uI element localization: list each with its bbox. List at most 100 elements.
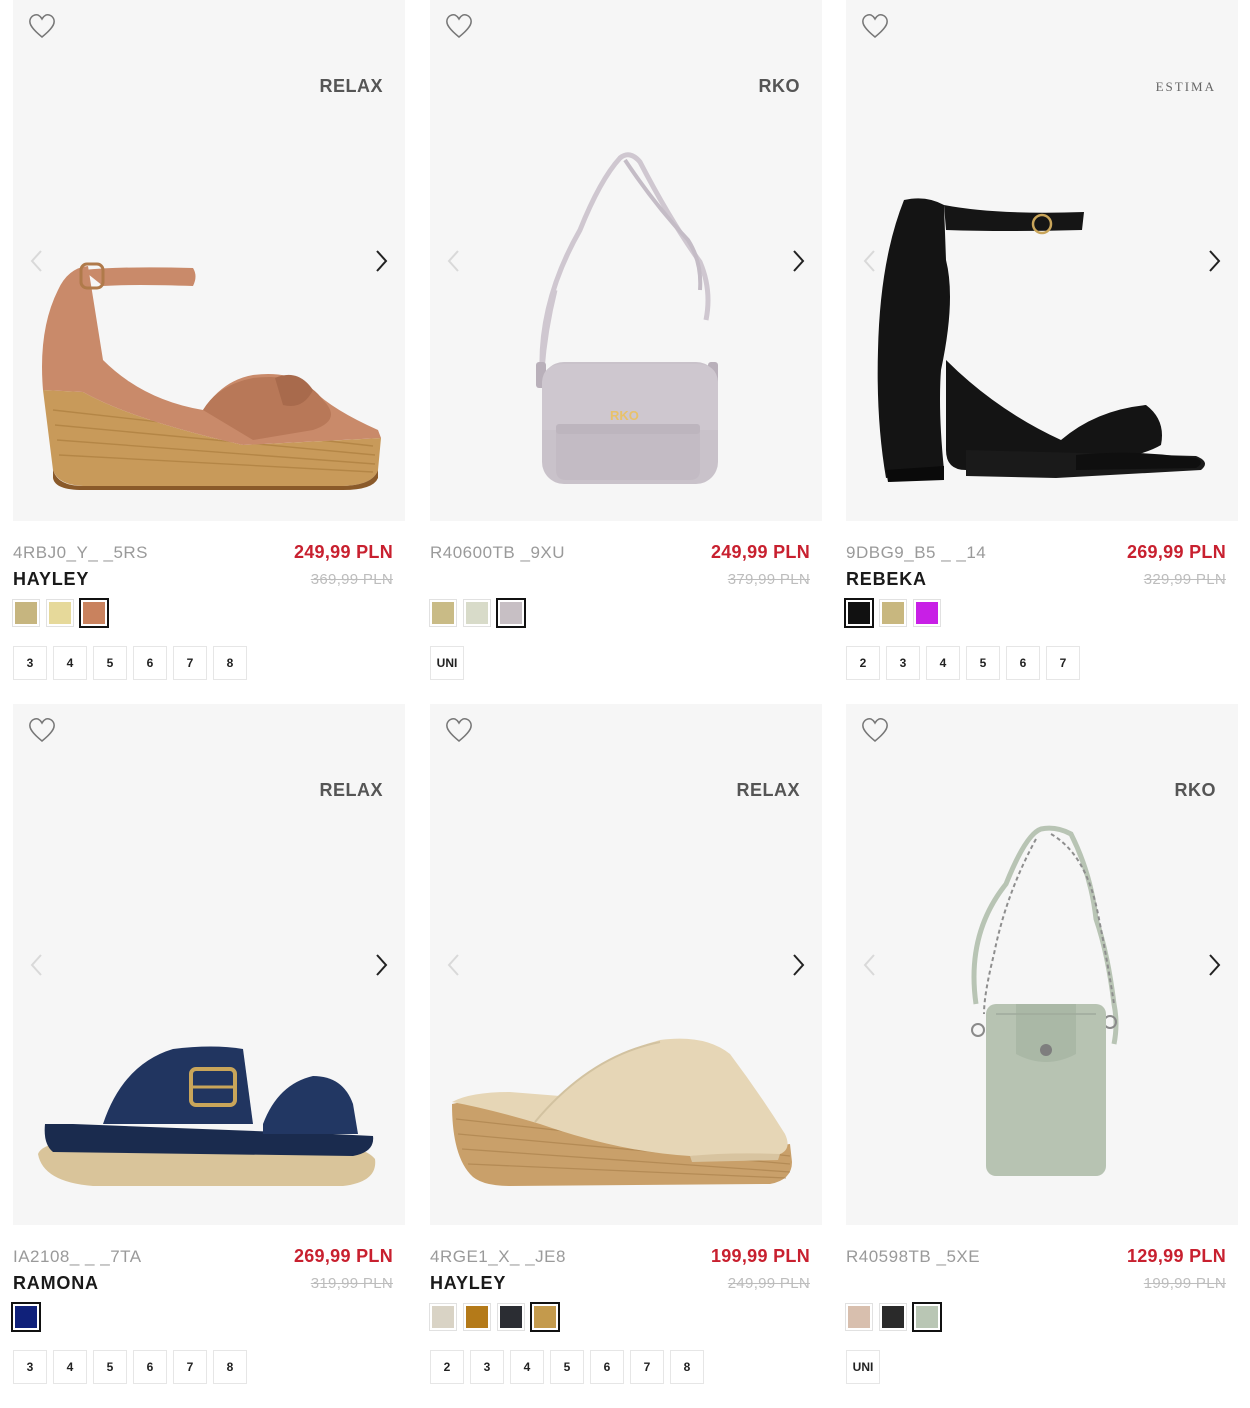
color-swatch[interactable] [497, 1303, 525, 1331]
chevron-right-icon[interactable] [1204, 248, 1224, 274]
size-option[interactable]: 4 [53, 646, 87, 680]
product-price: 249,99 PLN [293, 542, 393, 562]
product-price: 249,99 PLN [710, 542, 810, 562]
color-swatch[interactable] [12, 599, 40, 627]
heart-outline-icon[interactable] [444, 716, 474, 744]
size-option[interactable]: 6 [590, 1350, 624, 1384]
chevron-left-icon[interactable] [444, 952, 464, 978]
size-option[interactable]: 7 [173, 646, 207, 680]
heart-outline-icon[interactable] [27, 716, 57, 744]
heart-outline-icon[interactable] [860, 716, 890, 744]
size-option[interactable]: 4 [53, 1350, 87, 1384]
size-option[interactable]: 2 [430, 1350, 464, 1384]
product-image-carousel[interactable]: ESTIMA [846, 0, 1238, 521]
product-code: R40600TB _9XU [430, 543, 566, 562]
product-old-price: 369,99 PLN [310, 571, 393, 588]
color-swatch-selected[interactable] [496, 598, 526, 628]
size-option[interactable]: 8 [213, 1350, 247, 1384]
size-option[interactable]: UNI [846, 1350, 880, 1384]
color-swatches [11, 1302, 405, 1332]
size-list: 2 3 4 5 6 7 8 [430, 1350, 822, 1384]
size-option[interactable]: 2 [846, 646, 880, 680]
color-swatch[interactable] [879, 1303, 907, 1331]
product-code: 4RGE1_X_ _JE8 [430, 1247, 566, 1266]
product-card[interactable]: RELAX 4RGE1_X_ _JE8 199,99 PLN HAYLEY 2 4… [429, 704, 822, 1384]
color-swatch[interactable] [429, 599, 457, 627]
heart-outline-icon[interactable] [860, 12, 890, 40]
product-code: 4RBJ0_Y_ _5RS [13, 543, 149, 562]
color-swatch[interactable] [913, 599, 941, 627]
brand-logo: ESTIMA [1155, 79, 1216, 94]
heart-outline-icon[interactable] [27, 12, 57, 40]
color-swatches [845, 1302, 1238, 1332]
product-card[interactable]: RELAX 4RBJ0_Y_ _5RS 249,99 PLN HAYLEY 36… [12, 0, 405, 680]
brand-logo: RELAX [319, 76, 383, 96]
size-option[interactable]: 3 [886, 646, 920, 680]
size-option[interactable]: 4 [926, 646, 960, 680]
product-name[interactable]: HAYLEY [13, 569, 89, 590]
chevron-right-icon[interactable] [1204, 952, 1224, 978]
color-swatch[interactable] [845, 1303, 873, 1331]
color-swatch[interactable] [879, 599, 907, 627]
brand-logo: RELAX [319, 780, 383, 800]
color-swatch-selected[interactable] [79, 598, 109, 628]
chevron-right-icon[interactable] [371, 248, 391, 274]
product-card[interactable]: RKO R40598TB _5XE 129,99 PLN 199,99 PLN … [845, 704, 1238, 1384]
size-option[interactable]: 6 [133, 1350, 167, 1384]
chevron-left-icon[interactable] [444, 248, 464, 274]
size-option[interactable]: 3 [13, 646, 47, 680]
size-option[interactable]: 4 [510, 1350, 544, 1384]
color-swatch[interactable] [463, 599, 491, 627]
size-option[interactable]: 5 [93, 1350, 127, 1384]
product-name[interactable]: RAMONA [13, 1273, 99, 1294]
size-option[interactable]: UNI [430, 646, 464, 680]
color-swatch[interactable] [463, 1303, 491, 1331]
brand-logo: RKO [1174, 780, 1216, 800]
svg-text:RKO: RKO [610, 408, 639, 423]
color-swatch-selected[interactable] [912, 1302, 942, 1332]
product-image-carousel[interactable]: RELAX [13, 0, 405, 521]
product-image-carousel[interactable]: RKO RKO [430, 0, 822, 521]
color-swatches [844, 598, 1238, 628]
heart-outline-icon[interactable] [444, 12, 474, 40]
product-card[interactable]: RELAX IA2108_ _ _7TA 269,99 PLN RAMONA 3… [11, 704, 405, 1384]
color-swatch-selected[interactable] [530, 1302, 560, 1332]
chevron-right-icon[interactable] [788, 248, 808, 274]
size-option[interactable]: 5 [550, 1350, 584, 1384]
size-option[interactable]: 7 [1046, 646, 1080, 680]
product-image-carousel[interactable]: RELAX [13, 704, 405, 1225]
color-swatch[interactable] [46, 599, 74, 627]
color-swatch[interactable] [429, 1303, 457, 1331]
product-name[interactable]: HAYLEY [430, 1273, 506, 1294]
product-price: 199,99 PLN [710, 1246, 810, 1266]
brand-logo: RKO [758, 76, 800, 96]
product-old-price: 329,99 PLN [1143, 571, 1226, 588]
chevron-left-icon[interactable] [860, 248, 880, 274]
size-option[interactable]: 7 [173, 1350, 207, 1384]
chevron-left-icon[interactable] [27, 248, 47, 274]
product-image-carousel[interactable]: RKO [846, 704, 1238, 1225]
product-code: IA2108_ _ _7TA [13, 1247, 142, 1266]
product-old-price: 199,99 PLN [1143, 1275, 1226, 1292]
size-option[interactable]: 6 [133, 646, 167, 680]
chevron-left-icon[interactable] [27, 952, 47, 978]
product-price: 269,99 PLN [293, 1246, 393, 1266]
size-option[interactable]: 3 [470, 1350, 504, 1384]
chevron-right-icon[interactable] [371, 952, 391, 978]
color-swatch-selected[interactable] [844, 598, 874, 628]
size-option[interactable]: 3 [13, 1350, 47, 1384]
size-option[interactable]: 7 [630, 1350, 664, 1384]
color-swatches [429, 1302, 822, 1332]
color-swatch-selected[interactable] [11, 1302, 41, 1332]
size-option[interactable]: 8 [213, 646, 247, 680]
product-image-carousel[interactable]: RELAX [430, 704, 822, 1225]
size-option[interactable]: 8 [670, 1350, 704, 1384]
chevron-left-icon[interactable] [860, 952, 880, 978]
chevron-right-icon[interactable] [788, 952, 808, 978]
size-option[interactable]: 6 [1006, 646, 1040, 680]
size-option[interactable]: 5 [93, 646, 127, 680]
product-name[interactable]: REBEKA [846, 569, 927, 590]
product-card[interactable]: ESTIMA 9DBG9_B5 _ _14 269,99 PLN REBEKA … [844, 0, 1238, 680]
size-option[interactable]: 5 [966, 646, 1000, 680]
product-card[interactable]: RKO RKO R40600TB _9XU 249,99 PLN 379,99 … [429, 0, 822, 680]
